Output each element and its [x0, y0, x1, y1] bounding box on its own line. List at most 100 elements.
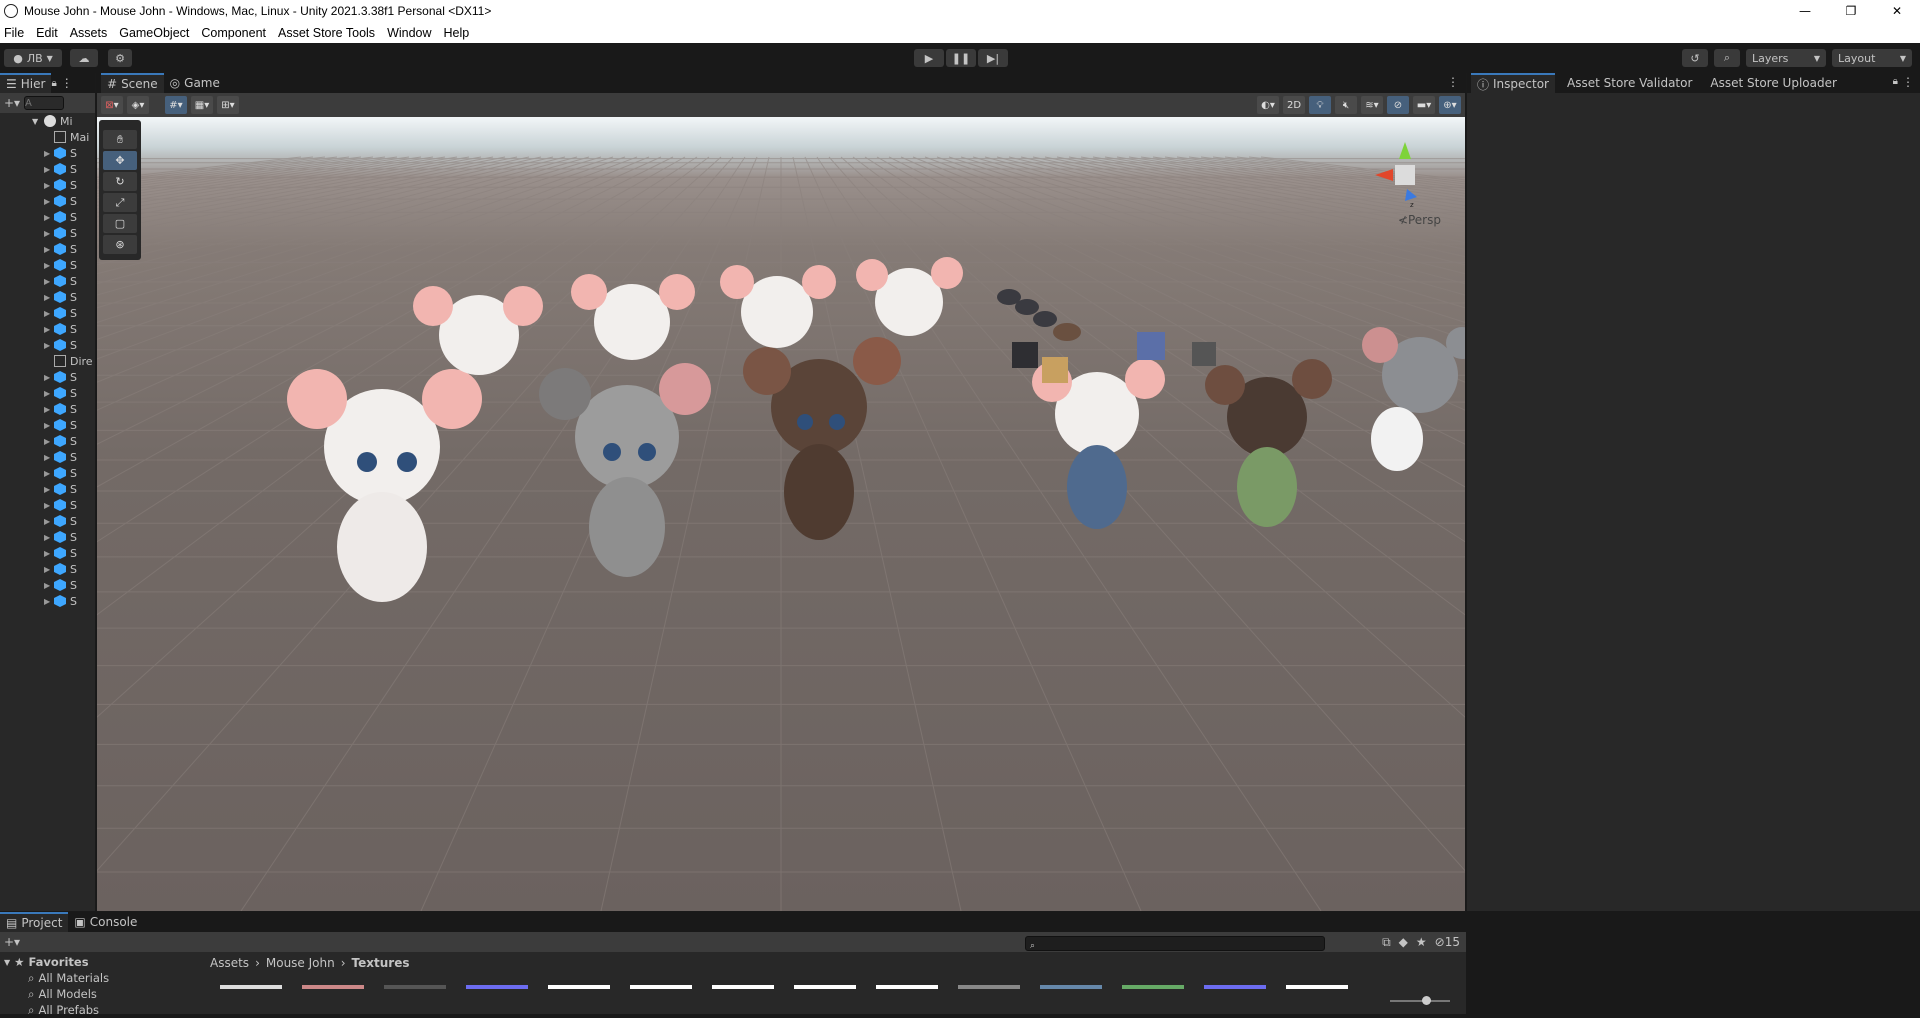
tab-project[interactable]: ▤ Project — [0, 912, 69, 932]
camera-projection-label[interactable]: ≮Persp — [1398, 213, 1441, 227]
hierarchy-row[interactable]: ▶ S — [0, 305, 95, 321]
audio-toggle[interactable]: 🔇︎ — [1335, 96, 1357, 114]
hierarchy-row[interactable]: Dire — [0, 353, 95, 369]
hierarchy-row[interactable]: ▶ S — [0, 369, 95, 385]
lock-icon[interactable]: 🔒︎ — [1893, 76, 1898, 87]
step-button[interactable]: ▶| — [978, 49, 1008, 67]
lighting-toggle[interactable]: 💡︎ — [1309, 96, 1331, 114]
hidden-packages-icon[interactable]: ⊘ — [1435, 935, 1445, 949]
collab-button[interactable]: ⚙ — [108, 49, 132, 67]
favorite-item[interactable]: ⌕ All Prefabs — [0, 1002, 200, 1018]
mouse-character[interactable] — [539, 363, 711, 577]
asset-thumbnail[interactable] — [548, 985, 610, 1015]
favorite-item[interactable]: ⌕ All Models — [0, 986, 200, 1002]
play-button[interactable]: ▶ — [914, 49, 944, 67]
expand-arrow-icon[interactable]: ▶ — [44, 149, 54, 158]
account-dropdown[interactable]: ● ЛВ ▼ — [4, 49, 62, 67]
grid-snap-toggle[interactable]: # ▾ — [165, 96, 187, 114]
menu-asset-store-tools[interactable]: Asset Store Tools — [272, 26, 381, 40]
cloud-button[interactable]: ☁ — [70, 49, 98, 67]
expand-arrow-icon[interactable]: ▶ — [44, 597, 54, 606]
hierarchy-row[interactable]: ▶ S — [0, 577, 95, 593]
tab-console[interactable]: ▣ Console — [68, 912, 143, 932]
hierarchy-row[interactable]: ▶ S — [0, 561, 95, 577]
hierarchy-row[interactable]: ▶ S — [0, 497, 95, 513]
hierarchy-row[interactable]: ▶ S — [0, 529, 95, 545]
hand-tool-button[interactable]: ✋︎ — [103, 130, 137, 149]
favorites-header[interactable]: ▼ ★ Favorites — [0, 954, 200, 970]
rotate-tool-button[interactable]: ↻ — [103, 172, 137, 191]
search-button[interactable]: ⌕ — [1714, 49, 1740, 67]
hierarchy-row[interactable]: Mai — [0, 129, 95, 145]
more-menu-icon[interactable]: ⋮ — [61, 76, 73, 90]
filter-by-type-icon[interactable]: ⧉ — [1382, 935, 1391, 950]
asset-thumbnail[interactable] — [1286, 985, 1348, 1015]
expand-arrow-icon[interactable]: ▶ — [44, 197, 54, 206]
asset-thumbnail[interactable] — [1040, 985, 1102, 1015]
gizmos-dropdown[interactable]: ⊕ ▾ — [1439, 96, 1461, 114]
asset-thumbnail[interactable] — [384, 985, 446, 1015]
hidden-objects-toggle[interactable]: ⊘ — [1387, 96, 1409, 114]
asset-thumbnail[interactable] — [630, 985, 692, 1015]
tab-hierarchy[interactable]: ☰ Hier — [0, 73, 52, 93]
expand-arrow-icon[interactable]: ▶ — [44, 309, 54, 318]
asset-thumbnail[interactable] — [1122, 985, 1184, 1015]
layers-dropdown[interactable]: Layers ▼ — [1746, 49, 1826, 67]
scene-root-row[interactable]: ▼ Mi — [0, 113, 95, 129]
asset-thumbnail[interactable] — [220, 985, 282, 1015]
camera-settings-dropdown[interactable]: ▬ ▾ — [1413, 96, 1435, 114]
draw-mode-dropdown[interactable]: ⊠ ▾ — [101, 96, 123, 114]
filter-by-label-icon[interactable]: ◆ — [1399, 935, 1408, 949]
menu-assets[interactable]: Assets — [64, 26, 114, 40]
expand-arrow-icon[interactable]: ▶ — [44, 581, 54, 590]
expand-arrow-icon[interactable]: ▶ — [44, 277, 54, 286]
thumbnail-size-slider[interactable] — [1390, 996, 1450, 1005]
expand-arrow-icon[interactable]: ▶ — [44, 325, 54, 334]
effects-dropdown[interactable]: ≋ ▾ — [1361, 96, 1383, 114]
expand-arrow-icon[interactable]: ▶ — [44, 469, 54, 478]
expand-arrow-icon[interactable]: ▶ — [44, 485, 54, 494]
favorite-item[interactable]: ⌕ All Materials — [0, 970, 200, 986]
grid-visibility-dropdown[interactable]: ▦ ▾ — [191, 96, 213, 114]
hierarchy-row[interactable]: ▶ S — [0, 417, 95, 433]
expand-arrow-icon[interactable]: ▶ — [44, 453, 54, 462]
mouse-character[interactable] — [1032, 359, 1165, 529]
hierarchy-row[interactable]: ▶ S — [0, 321, 95, 337]
layout-dropdown[interactable]: Layout ▼ — [1832, 49, 1912, 67]
hierarchy-row[interactable]: ▶ S — [0, 481, 95, 497]
hierarchy-row[interactable]: ▶ S — [0, 241, 95, 257]
expand-arrow-icon[interactable]: ▶ — [44, 501, 54, 510]
hierarchy-row[interactable]: ▶ S — [0, 193, 95, 209]
hierarchy-row[interactable]: ▶ S — [0, 545, 95, 561]
close-button[interactable]: ✕ — [1874, 0, 1920, 22]
expand-arrow-icon[interactable]: ▶ — [44, 293, 54, 302]
expand-arrow-icon[interactable]: ▶ — [44, 389, 54, 398]
asset-thumbnail[interactable] — [712, 985, 774, 1015]
more-menu-icon[interactable]: ⋮ — [1902, 75, 1914, 89]
increment-snap-dropdown[interactable]: ⊞ ▾ — [217, 96, 239, 114]
render-mode-dropdown[interactable]: ◐ ▾ — [1257, 96, 1279, 114]
menu-file[interactable]: File — [0, 26, 30, 40]
tab-asset-store-validator[interactable]: Asset Store Validator — [1561, 73, 1698, 93]
hierarchy-row[interactable]: ▶ S — [0, 145, 95, 161]
mouse-character[interactable] — [287, 369, 482, 602]
hierarchy-row[interactable]: ▶ S — [0, 513, 95, 529]
tab-inspector[interactable]: ⓘ Inspector — [1471, 73, 1555, 93]
breadcrumb-item[interactable]: Textures — [352, 956, 410, 970]
hierarchy-row[interactable]: ▶ S — [0, 273, 95, 289]
asset-thumbnail[interactable] — [876, 985, 938, 1015]
maximize-button[interactable]: ❐ — [1828, 0, 1874, 22]
expand-arrow-icon[interactable]: ▶ — [44, 565, 54, 574]
menu-gameobject[interactable]: GameObject — [113, 26, 195, 40]
asset-thumbnail[interactable] — [794, 985, 856, 1015]
more-menu-icon[interactable]: ⋮ — [1447, 75, 1459, 89]
mouse-character[interactable] — [743, 337, 901, 540]
menu-help[interactable]: Help — [438, 26, 476, 40]
pause-button[interactable]: ❚❚ — [946, 49, 976, 67]
shading-dropdown[interactable]: ◈ ▾ — [127, 96, 149, 114]
hierarchy-row[interactable]: ▶ S — [0, 257, 95, 273]
menu-window[interactable]: Window — [381, 26, 437, 40]
slider-knob[interactable] — [1422, 996, 1431, 1005]
hierarchy-row[interactable]: ▶ S — [0, 385, 95, 401]
hierarchy-row[interactable]: ▶ S — [0, 401, 95, 417]
